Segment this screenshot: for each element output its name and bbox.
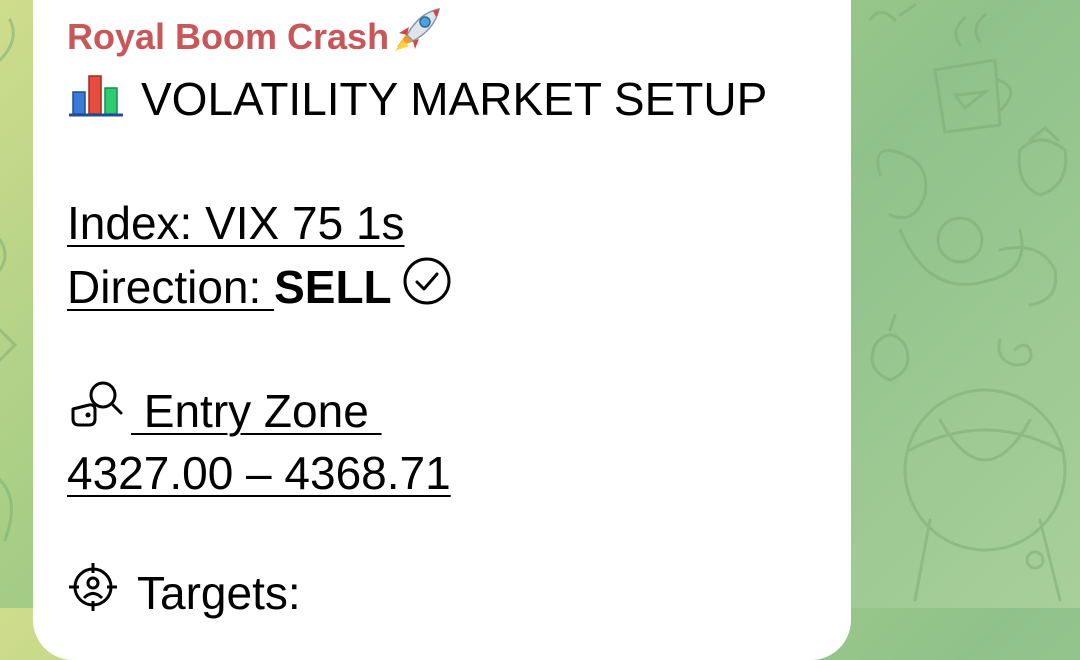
direction-line: Direction: SELL: [67, 257, 452, 317]
entry-zone-label[interactable]: Entry Zone: [131, 385, 382, 437]
sender-name[interactable]: Royal Boom Crash: [67, 8, 441, 62]
targets-label: Targets:: [137, 567, 301, 619]
direction-label[interactable]: Direction:: [67, 261, 274, 313]
sender-name-text: Royal Boom Crash: [67, 16, 390, 57]
message-title: VOLATILITY MARKET SETUP: [141, 73, 768, 125]
check-circle-icon: [402, 256, 452, 317]
search-tag-icon: [67, 379, 125, 440]
index-text[interactable]: Index: VIX 75 1s: [67, 197, 405, 249]
entry-range-text[interactable]: 4327.00 – 4368.71: [67, 447, 451, 499]
index-line: Index: VIX 75 1s: [67, 196, 405, 250]
targets-line: Targets:: [67, 563, 301, 624]
bar-chart-icon: [67, 70, 127, 129]
rocket-icon: [389, 7, 441, 62]
entry-zone-line: Entry Zone: [67, 381, 382, 440]
entry-range-line: 4327.00 – 4368.71: [67, 446, 451, 500]
direction-value: SELL: [274, 261, 392, 313]
title-line: VOLATILITY MARKET SETUP: [67, 72, 767, 129]
target-icon: [67, 561, 119, 624]
